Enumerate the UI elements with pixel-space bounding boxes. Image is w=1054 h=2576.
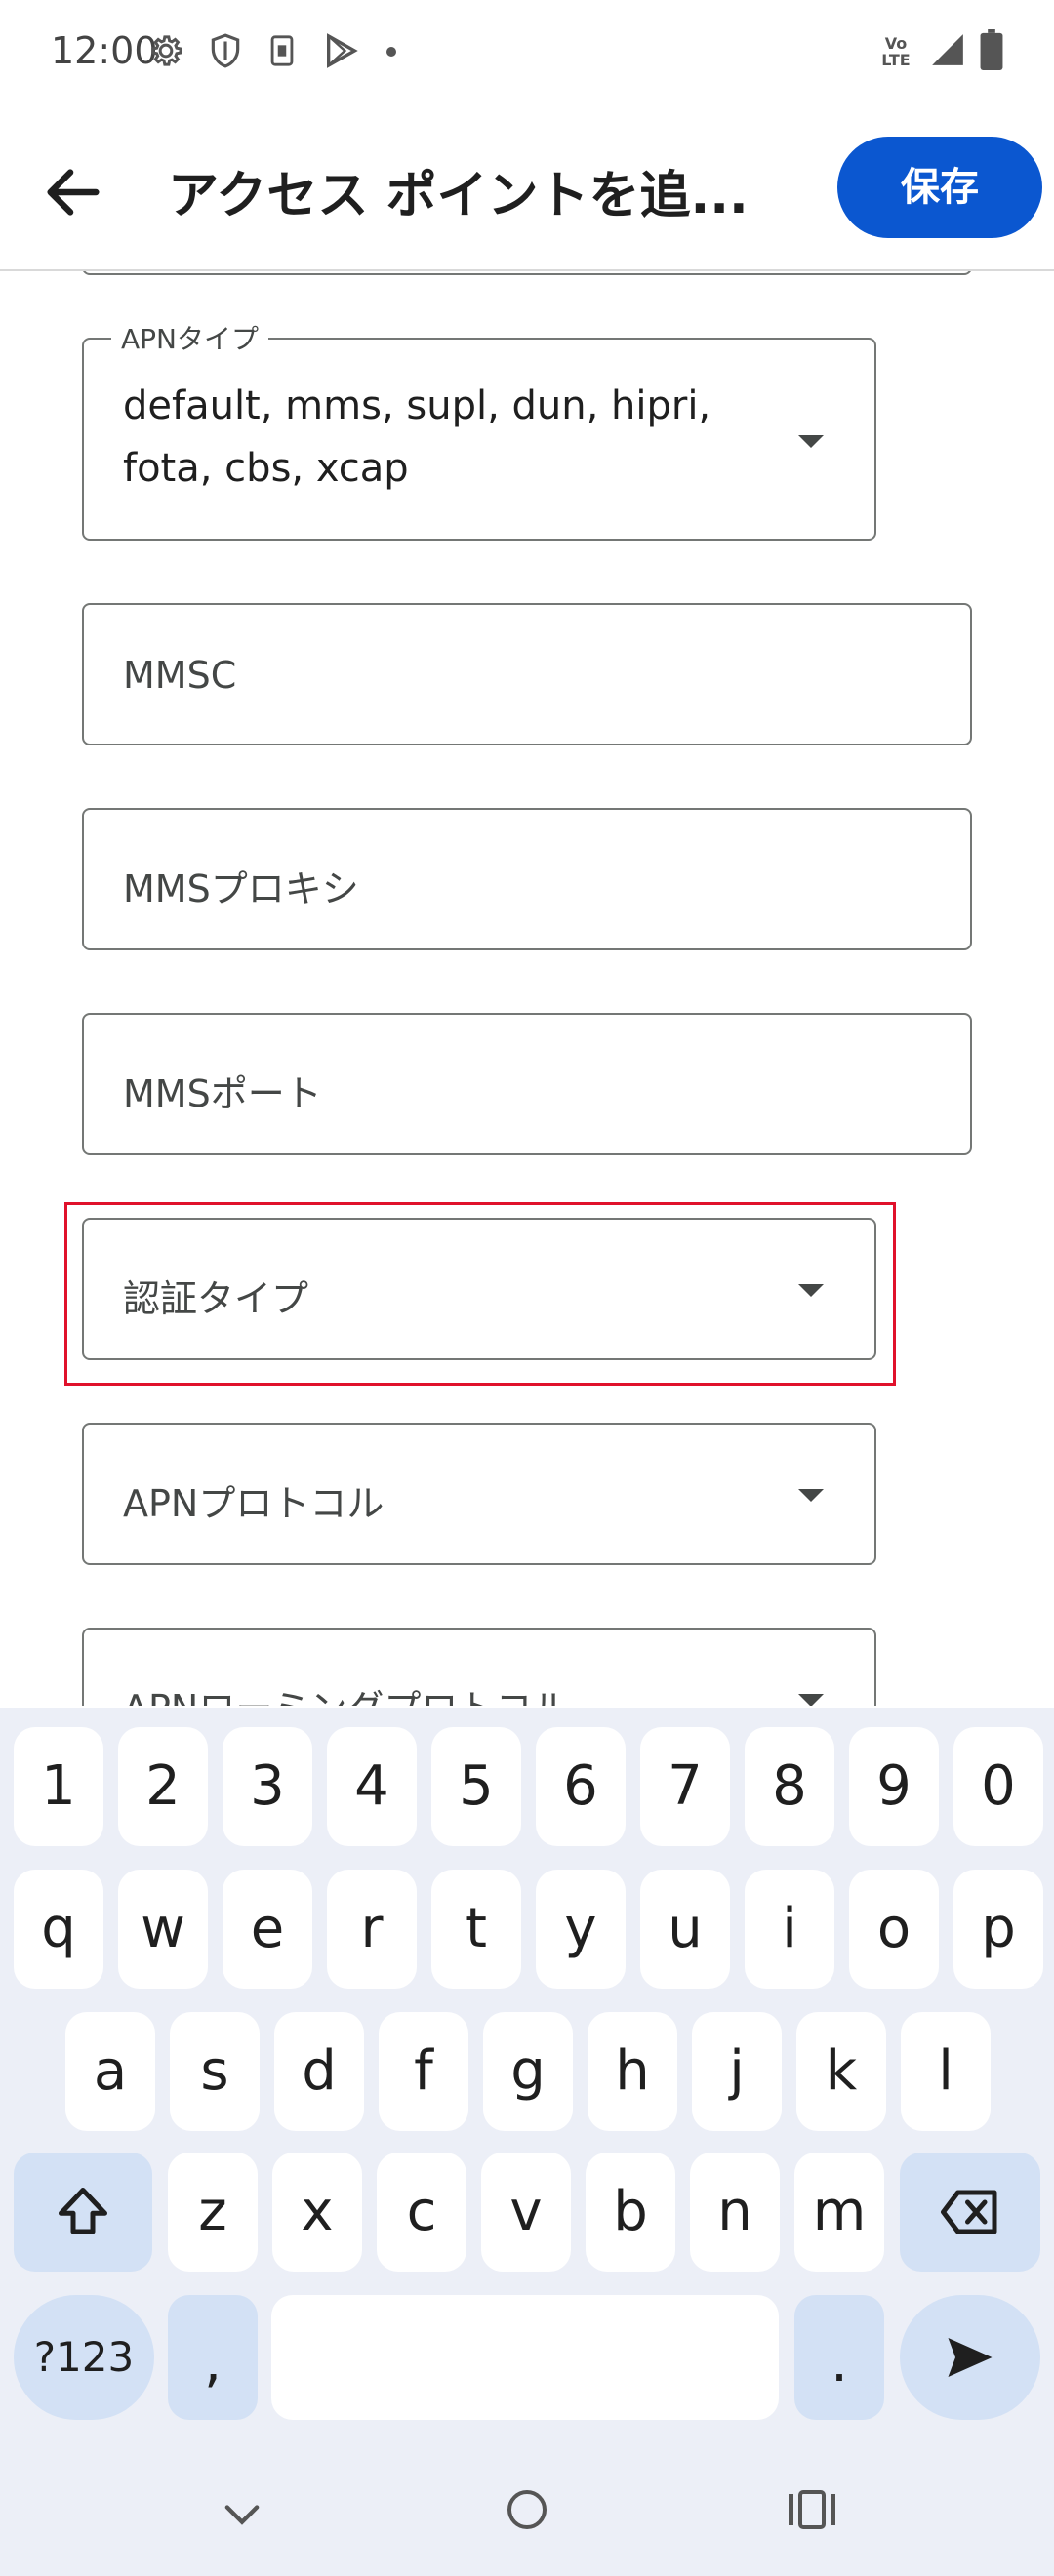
- key-7[interactable]: 7: [640, 1727, 730, 1846]
- navigation-bar: [0, 2459, 1054, 2576]
- key-3[interactable]: 3: [223, 1727, 312, 1846]
- key-2[interactable]: 2: [118, 1727, 208, 1846]
- key-5[interactable]: 5: [431, 1727, 521, 1846]
- key-6[interactable]: 6: [536, 1727, 626, 1846]
- key-4[interactable]: 4: [327, 1727, 417, 1846]
- key-1[interactable]: 1: [14, 1727, 103, 1846]
- apn-protocol-label: APNプロトコル: [123, 1482, 385, 1525]
- home-icon[interactable]: [504, 2486, 550, 2533]
- key-u[interactable]: u: [640, 1870, 730, 1989]
- key-0[interactable]: 0: [953, 1727, 1043, 1846]
- backspace-icon: [941, 2190, 997, 2234]
- send-icon: [948, 2338, 993, 2377]
- chevron-down-icon: [798, 1489, 824, 1502]
- period-key[interactable]: .: [794, 2295, 884, 2420]
- back-arrow-icon[interactable]: [39, 158, 107, 226]
- dot-icon: [386, 47, 396, 57]
- shield-icon: [211, 33, 240, 68]
- key-9[interactable]: 9: [849, 1727, 939, 1846]
- mmsc-label: MMSC: [123, 654, 237, 697]
- key-g[interactable]: g: [483, 2012, 573, 2131]
- sim-icon: [270, 35, 294, 66]
- key-b[interactable]: b: [586, 2153, 675, 2272]
- key-k[interactable]: k: [796, 2012, 886, 2131]
- key-y[interactable]: y: [536, 1870, 626, 1989]
- key-s[interactable]: s: [170, 2012, 260, 2131]
- mms-port-label: MMSポート: [123, 1072, 322, 1115]
- key-r[interactable]: r: [327, 1870, 417, 1989]
- key-o[interactable]: o: [849, 1870, 939, 1989]
- backspace-key[interactable]: [900, 2153, 1040, 2272]
- gear-icon: [151, 35, 182, 66]
- mms-proxy-label: MMSプロキシ: [123, 867, 359, 910]
- key-n[interactable]: n: [690, 2153, 780, 2272]
- apn-type-field[interactable]: default, mms, supl, dun, hipri, fota, cb…: [82, 338, 876, 541]
- soft-keyboard: 1234567890 qwertyuiop asdfghjkl zxcvbnm …: [0, 1708, 1054, 2459]
- key-w[interactable]: w: [118, 1870, 208, 1989]
- key-m[interactable]: m: [794, 2153, 884, 2272]
- key-l[interactable]: l: [901, 2012, 991, 2131]
- shift-key[interactable]: [14, 2153, 152, 2272]
- comma-key[interactable]: ,: [168, 2295, 258, 2420]
- key-j[interactable]: j: [692, 2012, 782, 2131]
- mms-proxy-field[interactable]: MMSプロキシ: [82, 808, 972, 950]
- chevron-down-icon: [798, 435, 824, 448]
- highlight-box: [64, 1202, 896, 1386]
- app-bar: アクセス ポイントを追... 保存: [0, 107, 1054, 271]
- enter-key[interactable]: [900, 2295, 1040, 2420]
- apn-roaming-protocol-label: APNローミングプロトコル: [123, 1678, 569, 1706]
- back-chevron-icon[interactable]: [217, 2488, 267, 2539]
- status-time: 12:00: [51, 29, 158, 72]
- mmsc-field[interactable]: MMSC: [82, 603, 972, 745]
- key-8[interactable]: 8: [745, 1727, 834, 1846]
- play-store-icon: [327, 33, 358, 68]
- symbols-key[interactable]: ?123: [14, 2295, 154, 2420]
- chevron-down-icon: [798, 1694, 824, 1706]
- apn-protocol-field[interactable]: APNプロトコル: [82, 1423, 876, 1565]
- space-key[interactable]: [271, 2295, 779, 2420]
- key-h[interactable]: h: [588, 2012, 677, 2131]
- key-v[interactable]: v: [481, 2153, 571, 2272]
- battery-icon: [980, 29, 1003, 70]
- mms-port-field[interactable]: MMSポート: [82, 1013, 972, 1155]
- signal-icon: [932, 34, 963, 65]
- save-button[interactable]: 保存: [837, 137, 1042, 238]
- key-a[interactable]: a: [65, 2012, 155, 2131]
- key-i[interactable]: i: [745, 1870, 834, 1989]
- key-f[interactable]: f: [379, 2012, 468, 2131]
- key-p[interactable]: p: [953, 1870, 1043, 1989]
- page-title: アクセス ポイントを追...: [168, 167, 749, 225]
- key-x[interactable]: x: [272, 2153, 362, 2272]
- key-c[interactable]: c: [377, 2153, 466, 2272]
- apn-type-value: default, mms, supl, dun, hipri, fota, cb…: [123, 383, 711, 491]
- status-bar: 12:00 Vo LTE: [0, 0, 1054, 107]
- shift-icon: [59, 2188, 107, 2234]
- apn-type-label: APNタイプ: [111, 318, 268, 357]
- key-z[interactable]: z: [168, 2153, 258, 2272]
- volte-icon: Vo LTE: [881, 34, 911, 69]
- key-e[interactable]: e: [223, 1870, 312, 1989]
- key-q[interactable]: q: [14, 1870, 103, 1989]
- key-t[interactable]: t: [431, 1870, 521, 1989]
- apn-form: default, mms, supl, dun, hipri, fota, cb…: [0, 271, 1054, 1706]
- apn-roaming-protocol-field[interactable]: APNローミングプロトコル: [82, 1628, 876, 1706]
- previous-field[interactable]: [82, 271, 972, 275]
- key-d[interactable]: d: [274, 2012, 364, 2131]
- recents-icon[interactable]: [787, 2486, 837, 2533]
